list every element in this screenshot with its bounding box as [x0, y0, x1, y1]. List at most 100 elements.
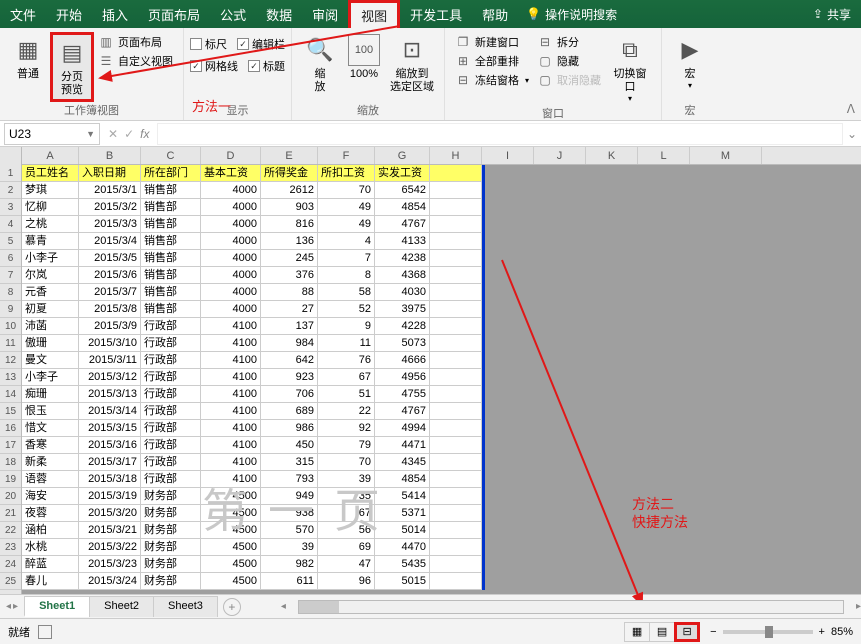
data-cell[interactable]: 2015/3/7	[79, 284, 141, 301]
data-cell[interactable]: 2015/3/10	[79, 335, 141, 352]
row-header[interactable]: 11	[0, 335, 21, 352]
data-cell[interactable]: 销售部	[141, 267, 201, 284]
data-cell[interactable]: 2015/3/3	[79, 216, 141, 233]
column-header[interactable]: G	[375, 147, 430, 164]
data-cell[interactable]: 35	[318, 488, 375, 505]
data-cell[interactable]: 之桃	[22, 216, 79, 233]
data-cell[interactable]: 39	[261, 539, 318, 556]
data-cell[interactable]: 4100	[201, 318, 261, 335]
data-cell[interactable]: 水桃	[22, 539, 79, 556]
data-cell[interactable]: 财务部	[141, 522, 201, 539]
data-cell[interactable]: 沛菡	[22, 318, 79, 335]
data-cell[interactable]: 2015/3/18	[79, 471, 141, 488]
data-cell[interactable]: 984	[261, 335, 318, 352]
column-header[interactable]: J	[534, 147, 586, 164]
data-cell[interactable]: 2015/3/8	[79, 301, 141, 318]
tell-me[interactable]: 💡 操作说明搜索	[518, 0, 625, 28]
collapse-ribbon-button[interactable]: ᐱ	[847, 102, 855, 116]
data-cell[interactable]: 49	[318, 199, 375, 216]
data-cell[interactable]: 行政部	[141, 437, 201, 454]
data-cell[interactable]: 4500	[201, 539, 261, 556]
data-cell[interactable]: 4030	[375, 284, 430, 301]
row-header[interactable]: 5	[0, 233, 21, 250]
data-cell[interactable]: 销售部	[141, 233, 201, 250]
data-cell[interactable]: 67	[318, 369, 375, 386]
data-cell[interactable]: 2015/3/13	[79, 386, 141, 403]
data-cell[interactable]: 51	[318, 386, 375, 403]
data-cell[interactable]: 4100	[201, 454, 261, 471]
data-cell[interactable]: 4133	[375, 233, 430, 250]
row-header[interactable]: 19	[0, 471, 21, 488]
data-cell[interactable]: 2015/3/6	[79, 267, 141, 284]
data-cell[interactable]: 梦琪	[22, 182, 79, 199]
data-cell[interactable]: 行政部	[141, 420, 201, 437]
data-cell[interactable]: 2015/3/21	[79, 522, 141, 539]
data-cell[interactable]: 行政部	[141, 454, 201, 471]
data-cell[interactable]: 5014	[375, 522, 430, 539]
data-cell[interactable]: 行政部	[141, 352, 201, 369]
data-cell[interactable]: 4500	[201, 556, 261, 573]
data-cell[interactable]: 行政部	[141, 369, 201, 386]
data-cell[interactable]: 52	[318, 301, 375, 318]
data-cell[interactable]: 2612	[261, 182, 318, 199]
data-cell[interactable]: 315	[261, 454, 318, 471]
data-cell[interactable]: 79	[318, 437, 375, 454]
name-box[interactable]: U23 ▼	[4, 123, 100, 145]
data-cell[interactable]: 语蓉	[22, 471, 79, 488]
data-cell[interactable]: 27	[261, 301, 318, 318]
data-cell[interactable]: 4500	[201, 573, 261, 590]
data-cell[interactable]: 4000	[201, 233, 261, 250]
tab-视图[interactable]: 视图	[348, 0, 400, 28]
row-header[interactable]: 16	[0, 420, 21, 437]
data-cell[interactable]: 4956	[375, 369, 430, 386]
row-header[interactable]: 7	[0, 267, 21, 284]
zoom-slider[interactable]	[723, 630, 813, 634]
data-cell[interactable]: 5015	[375, 573, 430, 590]
data-cell[interactable]: 2015/3/2	[79, 199, 141, 216]
data-cell[interactable]: 2015/3/5	[79, 250, 141, 267]
ruler-checkbox[interactable]: 标尺	[190, 36, 227, 52]
data-cell[interactable]: 2015/3/24	[79, 573, 141, 590]
data-cell[interactable]: 2015/3/9	[79, 318, 141, 335]
data-cell[interactable]: 9	[318, 318, 375, 335]
data-cell[interactable]: 3975	[375, 301, 430, 318]
data-cell[interactable]: 2015/3/17	[79, 454, 141, 471]
data-cell[interactable]: 2015/3/1	[79, 182, 141, 199]
next-sheet-button[interactable]: ▸	[13, 601, 18, 612]
data-cell[interactable]: 涵柏	[22, 522, 79, 539]
headings-checkbox[interactable]: ✓标题	[248, 58, 285, 74]
zoom-value[interactable]: 85%	[831, 626, 853, 638]
zoom-button[interactable]: 🔍缩 放	[298, 32, 342, 96]
share-button[interactable]: ⇪ 共享	[803, 0, 861, 28]
row-header[interactable]: 25	[0, 573, 21, 590]
row-header[interactable]: 9	[0, 301, 21, 318]
data-cell[interactable]: 245	[261, 250, 318, 267]
data-cell[interactable]: 恨玉	[22, 403, 79, 420]
column-header[interactable]: L	[638, 147, 690, 164]
data-cell[interactable]: 4000	[201, 182, 261, 199]
row-header[interactable]: 8	[0, 284, 21, 301]
data-cell[interactable]: 4500	[201, 488, 261, 505]
macros-button[interactable]: ▶宏▾	[668, 32, 712, 92]
data-cell[interactable]: 4345	[375, 454, 430, 471]
data-cell[interactable]: 5073	[375, 335, 430, 352]
data-cell[interactable]: 痴珊	[22, 386, 79, 403]
data-cell[interactable]: 4100	[201, 403, 261, 420]
data-cell[interactable]: 5371	[375, 505, 430, 522]
tab-公式[interactable]: 公式	[210, 0, 256, 28]
data-cell[interactable]: 4	[318, 233, 375, 250]
data-cell[interactable]: 小李子	[22, 250, 79, 267]
data-cell[interactable]: 88	[261, 284, 318, 301]
header-cell[interactable]: 所在部门	[141, 165, 201, 182]
column-header[interactable]: C	[141, 147, 201, 164]
record-macro-button[interactable]	[38, 625, 52, 639]
column-header[interactable]: F	[318, 147, 375, 164]
tab-帮助[interactable]: 帮助	[472, 0, 518, 28]
data-cell[interactable]: 2015/3/15	[79, 420, 141, 437]
data-cell[interactable]: 76	[318, 352, 375, 369]
data-cell[interactable]: 2015/3/19	[79, 488, 141, 505]
data-cell[interactable]: 49	[318, 216, 375, 233]
pagebreak-preview-button[interactable]: ▤ 分页 预览	[50, 32, 94, 102]
data-cell[interactable]: 570	[261, 522, 318, 539]
add-sheet-button[interactable]: +	[223, 598, 241, 616]
